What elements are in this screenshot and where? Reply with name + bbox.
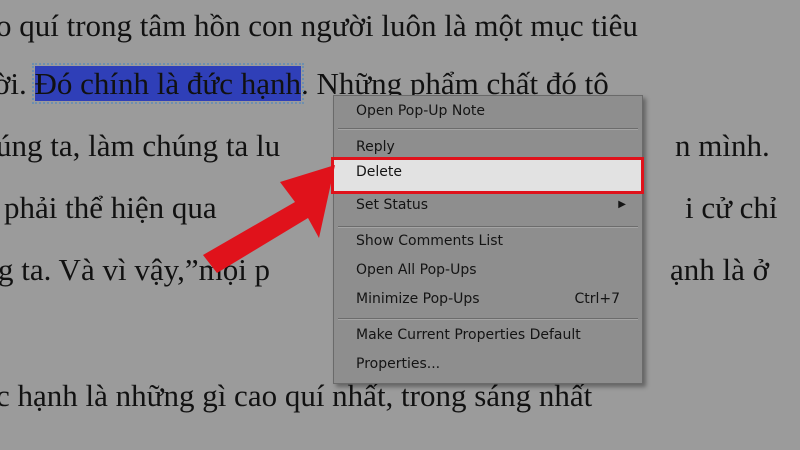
menu-item-set-status[interactable]: Set Status ▶ xyxy=(356,192,628,218)
text-line: o quí trong tâm hồn con người luôn là mộ… xyxy=(0,8,638,43)
menu-separator xyxy=(338,318,638,320)
menu-item-label: Set Status xyxy=(356,197,429,213)
red-arrow-icon xyxy=(203,165,335,273)
menu-item-open-popup-note[interactable]: Open Pop-Up Note xyxy=(356,98,628,124)
text-line: i cử chỉ xyxy=(685,190,778,225)
text-line: úng ta, làm chúng ta lu xyxy=(0,128,281,163)
text-line: n mình. xyxy=(675,128,770,163)
menu-item-label: Minimize Pop-Ups xyxy=(356,291,480,307)
text-line: ạnh là ở xyxy=(670,252,770,287)
menu-item-delete-highlighted[interactable]: Delete xyxy=(331,157,644,194)
menu-item-show-comments-list[interactable]: Show Comments List xyxy=(356,228,628,254)
text-fragment: ời. xyxy=(0,66,27,101)
menu-separator xyxy=(338,128,638,130)
highlighted-annotation[interactable]: Đó chính là đức hạnh xyxy=(31,63,304,104)
menu-item-make-default[interactable]: Make Current Properties Default xyxy=(356,322,628,348)
submenu-arrow-icon: ▶ xyxy=(618,199,626,210)
context-menu: Open Pop-Up Note Reply Set Status ▶ Show … xyxy=(333,95,643,384)
text-line: phải thể hiện qua xyxy=(4,190,217,225)
menu-item-open-all-popups[interactable]: Open All Pop-Ups xyxy=(356,257,628,283)
menu-item-shortcut: Ctrl+7 xyxy=(574,291,620,307)
menu-item-delete[interactable]: Delete xyxy=(356,164,402,180)
menu-item-minimize-popups[interactable]: Minimize Pop-Ups Ctrl+7 xyxy=(356,286,628,312)
menu-item-properties[interactable]: Properties... xyxy=(356,351,628,377)
